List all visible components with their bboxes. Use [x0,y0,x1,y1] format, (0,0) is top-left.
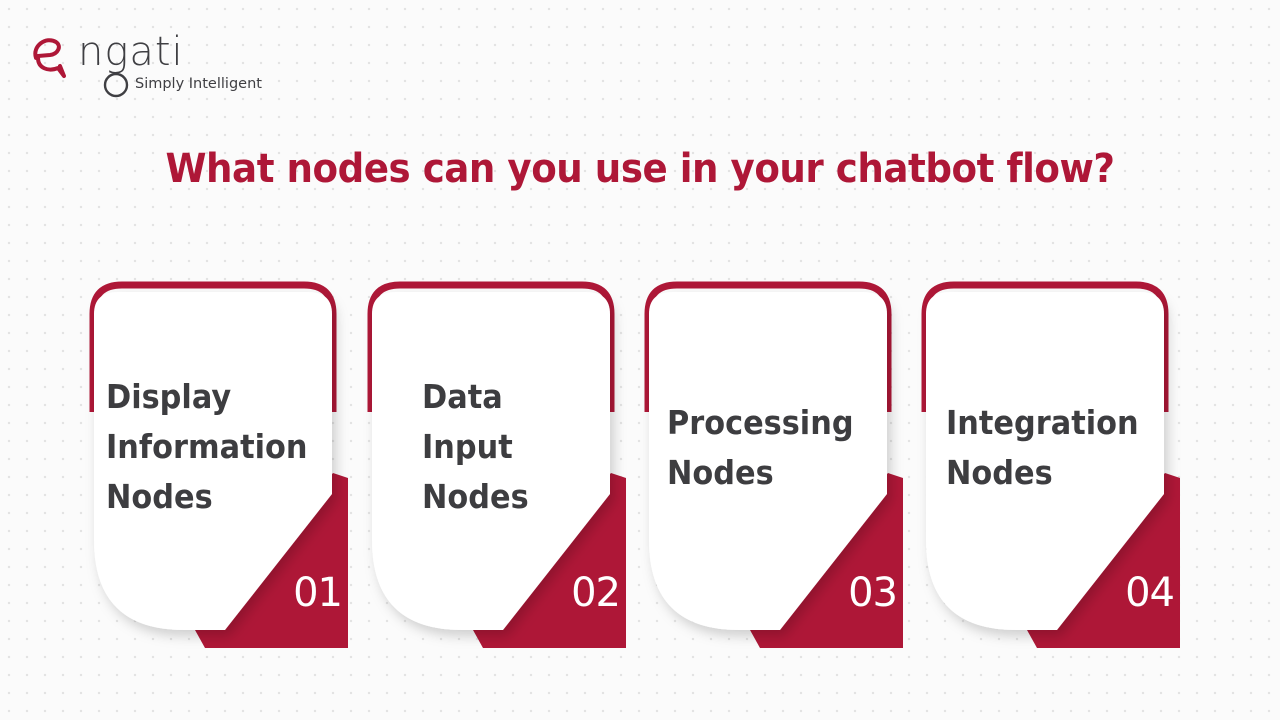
node-card-02: Data Input Nodes 02 [366,280,628,652]
page-title: What nodes can you use in your chatbot f… [165,146,1115,192]
card-number: 03 [848,570,898,616]
node-card-01: Display Information Nodes 01 [88,280,350,652]
card-title: Processing Nodes [667,403,854,492]
card-title: Display Information Nodes [106,377,308,516]
card-number: 02 [571,570,621,616]
card-number: 01 [293,570,343,616]
card-title: Data Input Nodes [422,377,529,516]
node-card-03: Processing Nodes 03 [643,280,905,652]
card-title: Integration Nodes [946,403,1139,492]
card-number: 04 [1125,570,1175,616]
logo-g-descender [103,72,129,98]
brand-tagline: Simply Intelligent [135,76,262,92]
chat-bubble-e-icon [33,38,66,78]
brand-logo: ngati Simply Intelligent [28,28,288,108]
brand-name: ngati [78,29,184,75]
node-card-04: Integration Nodes 04 [920,280,1182,652]
